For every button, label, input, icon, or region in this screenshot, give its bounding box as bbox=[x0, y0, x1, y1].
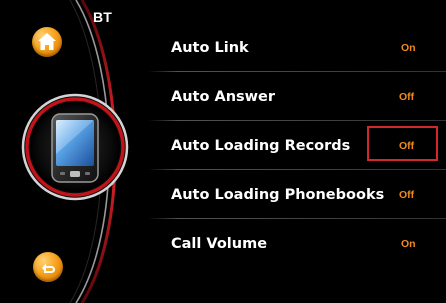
setting-row-auto-loading-records[interactable]: Auto Loading Records Off bbox=[130, 121, 446, 170]
setting-value[interactable]: On bbox=[401, 238, 416, 250]
setting-label: Auto Loading Records bbox=[171, 137, 351, 154]
smartphone-icon bbox=[21, 93, 129, 201]
setting-value[interactable]: Off bbox=[399, 140, 414, 152]
home-icon bbox=[38, 33, 56, 50]
setting-row-auto-link[interactable]: Auto Link On bbox=[130, 23, 446, 72]
setting-value[interactable]: Off bbox=[399, 189, 414, 201]
side-panel bbox=[0, 0, 130, 303]
setting-label: Auto Link bbox=[171, 39, 249, 56]
setting-row-call-volume[interactable]: Call Volume On bbox=[130, 219, 446, 268]
setting-label: Auto Answer bbox=[171, 88, 276, 105]
setting-label: Auto Loading Phonebooks bbox=[171, 186, 385, 203]
setting-value[interactable]: Off bbox=[399, 91, 414, 103]
bt-settings-screen: BT Auto Link On Auto Answer Off Auto Loa… bbox=[0, 0, 446, 303]
home-button[interactable] bbox=[32, 27, 62, 57]
page-title: BT bbox=[93, 9, 113, 25]
back-button[interactable] bbox=[33, 252, 63, 282]
setting-label: Call Volume bbox=[171, 235, 268, 252]
device-hub bbox=[20, 92, 130, 202]
setting-row-auto-answer[interactable]: Auto Answer Off bbox=[130, 72, 446, 121]
back-arrow-icon bbox=[42, 263, 55, 273]
setting-row-auto-loading-phonebooks[interactable]: Auto Loading Phonebooks Off bbox=[130, 170, 446, 219]
setting-value[interactable]: On bbox=[401, 42, 416, 54]
